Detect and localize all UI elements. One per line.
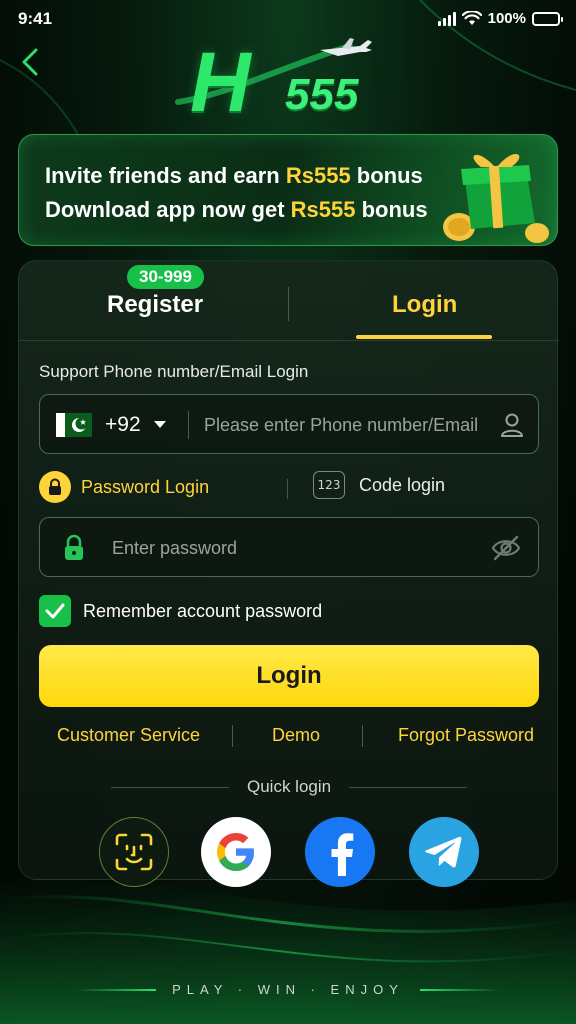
phone-field: +92 xyxy=(39,394,539,454)
logo-number: 555 xyxy=(285,70,359,119)
signal-icon xyxy=(437,11,456,26)
active-tab-indicator xyxy=(356,335,492,339)
remember-checkbox[interactable] xyxy=(39,595,71,627)
code-123-icon: 123 xyxy=(313,471,345,499)
tab-login[interactable]: Login xyxy=(392,291,457,319)
eye-off-icon[interactable] xyxy=(490,534,522,562)
link-divider xyxy=(362,725,363,747)
support-text: Support Phone number/Email Login xyxy=(39,362,309,381)
tab-register[interactable]: Register xyxy=(107,291,203,319)
banner-text: bonus xyxy=(350,163,423,188)
forgot-password-link[interactable]: Forgot Password xyxy=(398,725,534,746)
help-links: Customer Service Demo Forgot Password xyxy=(19,723,559,753)
demo-link[interactable]: Demo xyxy=(272,725,320,746)
wifi-icon xyxy=(461,11,482,25)
back-button[interactable] xyxy=(12,42,48,82)
login-button[interactable]: Login xyxy=(39,645,539,707)
footer-line xyxy=(420,989,500,991)
banner-text: Download app now get xyxy=(45,197,291,222)
footer: PLAY · WIN · ENJOY xyxy=(0,980,576,1000)
caret-down-icon[interactable] xyxy=(154,421,166,428)
code-login-option[interactable]: 123 Code login xyxy=(313,471,445,499)
facebook-login-button[interactable] xyxy=(305,817,375,887)
brand-logo: H 555 xyxy=(170,24,400,129)
check-icon xyxy=(45,603,65,619)
telegram-login-button[interactable] xyxy=(409,817,479,887)
mode-divider xyxy=(287,479,288,499)
banner-text: Invite friends and earn xyxy=(45,163,286,188)
telegram-icon xyxy=(425,836,462,868)
logo-letter: H xyxy=(190,35,251,129)
password-field xyxy=(39,517,539,577)
pakistan-flag-icon xyxy=(56,413,92,437)
password-login-label: Password Login xyxy=(81,476,210,497)
user-icon xyxy=(501,413,523,437)
login-mode-switch: Password Login 123 Code login xyxy=(39,471,539,505)
google-login-button[interactable] xyxy=(201,817,271,887)
phone-email-input[interactable] xyxy=(204,409,489,441)
chevron-left-icon xyxy=(22,48,38,76)
country-code-selector[interactable]: +92 xyxy=(105,413,141,437)
lock-icon xyxy=(65,534,83,560)
tab-divider xyxy=(288,287,289,321)
divider-line xyxy=(349,787,467,788)
battery-percent: 100% xyxy=(487,10,526,27)
login-card: 30-999 Register Login Support Phone numb… xyxy=(18,260,559,887)
status-time: 9:41 xyxy=(18,9,53,28)
customer-service-link[interactable]: Customer Service xyxy=(57,725,200,746)
battery-icon xyxy=(532,11,563,26)
remember-label: Remember account password xyxy=(83,600,323,621)
banner-amount: Rs555 xyxy=(290,197,356,222)
password-login-option[interactable]: Password Login xyxy=(39,471,209,503)
promo-banner[interactable]: Invite friends and earn Rs555 bonus Down… xyxy=(18,134,558,246)
facebook-icon xyxy=(331,833,354,876)
field-divider xyxy=(188,411,189,439)
auth-tabs: 30-999 Register Login xyxy=(19,261,559,341)
google-icon xyxy=(217,833,254,871)
quick-login-header: Quick login xyxy=(19,775,559,799)
face-id-login-button[interactable] xyxy=(99,817,169,887)
gift-box-icon xyxy=(443,153,549,243)
status-indicators: 100% xyxy=(437,10,563,27)
remember-password-row[interactable]: Remember account password xyxy=(39,595,322,627)
quick-login-title: Quick login xyxy=(247,777,332,796)
face-id-icon xyxy=(115,833,153,871)
banner-amount: Rs555 xyxy=(285,163,351,188)
code-login-label: Code login xyxy=(359,474,446,495)
link-divider xyxy=(232,725,233,747)
register-bonus-badge: 30-999 xyxy=(127,265,204,289)
divider-line xyxy=(111,787,229,788)
banner-line-invite: Invite friends and earn Rs555 bonus xyxy=(45,163,423,189)
password-input[interactable] xyxy=(112,532,472,564)
banner-text: bonus xyxy=(355,197,428,222)
lock-icon xyxy=(39,471,71,503)
banner-line-download: Download app now get Rs555 bonus xyxy=(45,197,428,223)
